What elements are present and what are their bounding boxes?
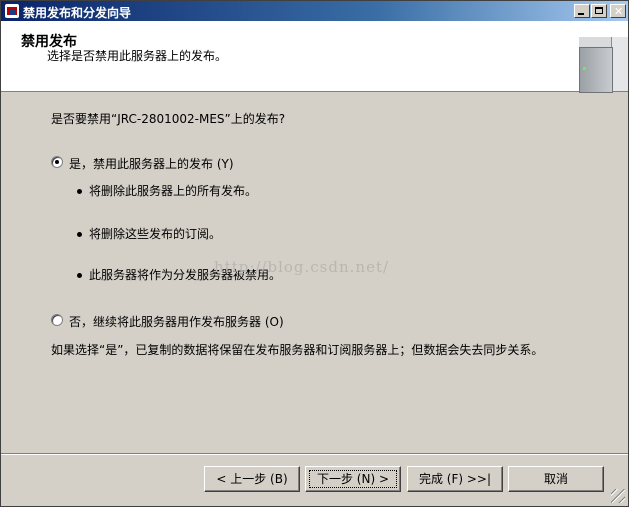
bullet-item: 将删除此服务器上的所有发布。 [89,184,258,198]
close-icon: ✕ [614,5,624,18]
finish-button[interactable]: 完成 (F) >>| [407,466,503,492]
bullet-icon [77,232,82,237]
radio-yes-label[interactable]: 是，禁用此服务器上的发布 (Y) [69,155,234,172]
radio-no-label[interactable]: 否，继续将此服务器用作发布服务器 (O) [69,313,284,330]
footer-divider [1,453,628,455]
cancel-button[interactable]: 取消 [508,466,604,492]
server-tower-icon [575,27,628,93]
radio-yes[interactable] [51,156,63,168]
note-text: 如果选择“是”，已复制的数据将保留在发布服务器和订阅服务器上；但数据会失去同步关… [51,343,544,357]
back-button[interactable]: < 上一步 (B) [204,466,300,492]
wizard-header: 禁用发布 选择是否禁用此服务器上的发布。 [1,21,628,93]
bullet-icon [77,189,82,194]
wizard-content: 是否要禁用“JRC-2801002-MES”上的发布? 是，禁用此服务器上的发布… [1,92,628,452]
title-bar[interactable]: 禁用发布和分发向导 ✕ [1,1,628,21]
question-text: 是否要禁用“JRC-2801002-MES”上的发布? [51,112,286,126]
radio-no[interactable] [51,314,63,326]
next-button[interactable]: 下一步 (N) > [305,466,401,492]
minimize-icon [578,13,584,15]
page-subtitle: 选择是否禁用此服务器上的发布。 [47,49,228,63]
bullet-icon [77,273,82,278]
window-title: 禁用发布和分发向导 [23,6,132,20]
close-button[interactable]: ✕ [610,4,626,18]
minimize-button[interactable] [574,4,590,18]
maximize-icon [595,7,603,14]
wizard-window: 禁用发布和分发向导 ✕ 禁用发布 选择是否禁用此服务器上的发布。 是否要禁用“J… [0,0,629,507]
resize-grip-icon[interactable] [611,489,625,503]
maximize-button[interactable] [591,4,607,18]
watermark: http://blog.csdn.net/ [214,258,390,276]
wizard-app-icon [5,4,19,18]
bullet-item: 将删除这些发布的订阅。 [89,227,222,241]
